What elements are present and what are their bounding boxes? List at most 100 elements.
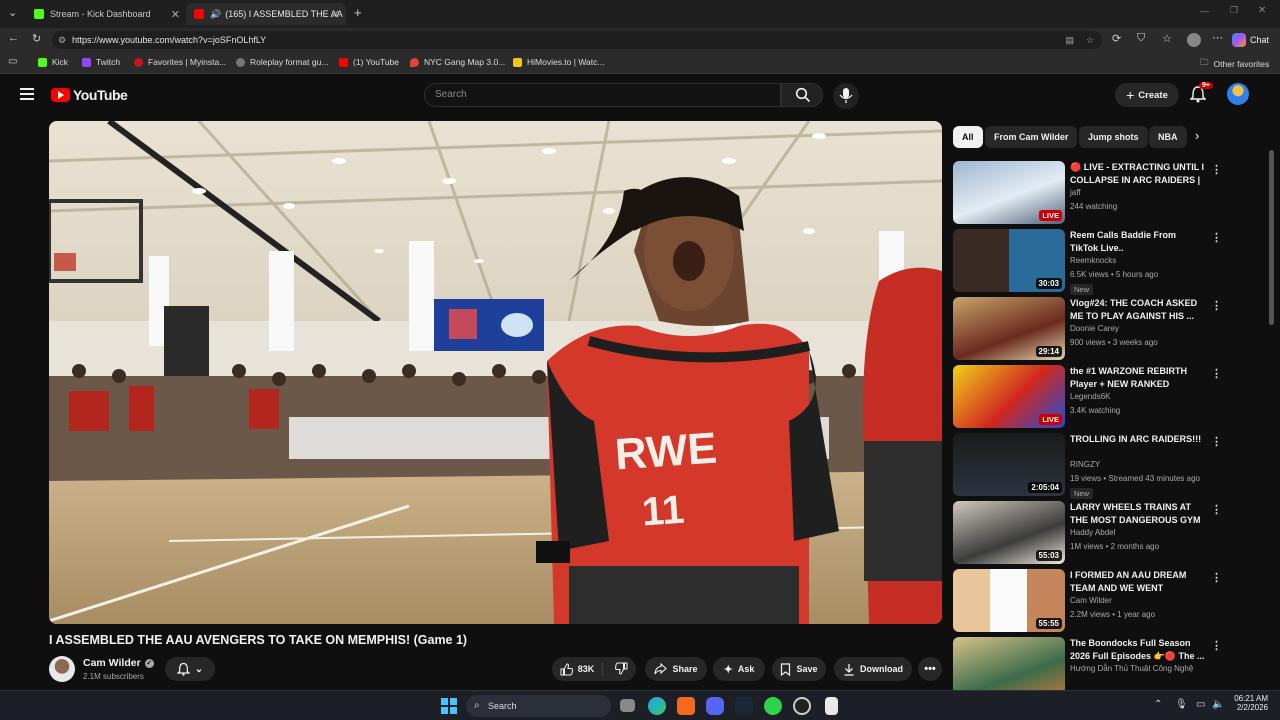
more-options-kebab-icon[interactable]: ⋮: [1211, 231, 1222, 244]
more-actions-button[interactable]: •••: [918, 657, 942, 681]
url-field[interactable]: ⚙ https://www.youtube.com/watch?v=joSFnO…: [52, 31, 1102, 49]
save-button[interactable]: Save: [772, 657, 826, 681]
extensions-icon[interactable]: ⟳: [1112, 32, 1121, 45]
bookmark-roleplay[interactable]: Roleplay format gu...: [236, 57, 328, 67]
tab-kick-dashboard[interactable]: Stream - Kick Dashboard ✕: [26, 3, 186, 25]
subscribe-bell-button[interactable]: ⌄: [165, 657, 215, 681]
site-info-icon[interactable]: ⚙: [58, 31, 66, 49]
recommendation-channel[interactable]: Hướng Dẫn Thủ Thuật Công Nghệ: [1070, 664, 1193, 673]
recommendation-card[interactable]: 29:14 Vlog#24: THE COACH ASKED ME TO PLAY…: [953, 297, 1265, 361]
bookmark-twitch[interactable]: Twitch: [82, 57, 120, 67]
steam-icon[interactable]: [735, 697, 753, 715]
microphone-tray-icon[interactable]: 🎙: [1175, 699, 1188, 710]
back-arrow-icon[interactable]: ←: [8, 32, 19, 44]
discord-icon[interactable]: [706, 697, 724, 715]
more-options-kebab-icon[interactable]: ⋮: [1211, 571, 1222, 584]
chip-jump-shots[interactable]: Jump shots: [1079, 126, 1148, 148]
recommendation-title[interactable]: Reem Calls Baddie From TikTok Live..: [1070, 229, 1206, 255]
more-options-kebab-icon[interactable]: ⋮: [1211, 367, 1222, 380]
xbox-app-icon[interactable]: [764, 697, 782, 715]
video-thumbnail[interactable]: 30:03: [953, 229, 1065, 292]
more-menu-icon[interactable]: ⋯: [1212, 31, 1223, 44]
tray-chevron-up-icon[interactable]: ⌃: [1154, 699, 1162, 710]
recommendation-card[interactable]: LIVE 🔴 LIVE - EXTRACTING UNTIL I COLLAPSE…: [953, 161, 1265, 225]
recommendation-channel[interactable]: Haddy Abdel: [1070, 528, 1115, 537]
task-view-icon[interactable]: [620, 699, 635, 712]
create-button[interactable]: + Create: [1115, 83, 1179, 107]
clock[interactable]: 06:21 AM 2/2/2026: [1228, 694, 1268, 712]
recommendation-title[interactable]: Vlog#24: THE COACH ASKED ME TO PLAY AGAI…: [1070, 297, 1206, 323]
edge-browser-icon[interactable]: [648, 697, 666, 715]
copilot-chat-button[interactable]: Chat: [1232, 32, 1269, 48]
bookmark-himovies[interactable]: HiMovies.to | Watc...: [513, 57, 604, 67]
volume-icon[interactable]: 🔈: [1212, 699, 1224, 710]
bookmark-nyc-gang-map[interactable]: NYC Gang Map 3.0...: [410, 57, 505, 67]
taskbar-search-box[interactable]: ⌕ Search: [466, 695, 611, 717]
close-tab-icon[interactable]: ✕: [331, 8, 340, 21]
recommendation-channel[interactable]: jaff: [1070, 188, 1081, 197]
recommendation-title[interactable]: the #1 WARZONE REBIRTH Player + NEW RANK…: [1070, 365, 1206, 391]
collections-icon[interactable]: ▭: [8, 56, 17, 67]
voice-search-button[interactable]: [833, 83, 859, 109]
search-input[interactable]: Search: [424, 83, 781, 107]
tracking-prevention-icon[interactable]: ⛉: [1137, 32, 1145, 45]
profile-avatar-icon[interactable]: [1187, 33, 1201, 47]
notifications-button[interactable]: 9+: [1189, 82, 1213, 108]
chip-from-cam-wilder[interactable]: From Cam Wilder: [985, 126, 1078, 148]
office-app-icon[interactable]: [677, 697, 695, 715]
obs-studio-icon[interactable]: [793, 697, 811, 715]
recommendation-card[interactable]: 2:05:04 TROLLING IN ARC RAIDERS!!! RINGZY 1…: [953, 433, 1265, 499]
tab-youtube-video[interactable]: 🔊 (165) I ASSEMBLED THE AAU ✕: [186, 3, 346, 25]
favorites-icon[interactable]: ☆: [1162, 32, 1172, 45]
close-window-icon[interactable]: ✕: [1258, 5, 1266, 16]
speaker-icon[interactable]: 🔊: [210, 9, 221, 20]
video-thumbnail[interactable]: LIVE: [953, 365, 1065, 428]
bookmark-youtube[interactable]: (1) YouTube: [339, 57, 399, 67]
recommendation-channel[interactable]: Reemknocks: [1070, 256, 1116, 265]
recommendation-title[interactable]: 🔴 LIVE - EXTRACTING UNTIL I COLLAPSE IN …: [1070, 161, 1206, 187]
recommendation-card[interactable]: LIVE the #1 WARZONE REBIRTH Player + NEW …: [953, 365, 1265, 429]
video-thumbnail[interactable]: LIVE: [953, 161, 1065, 224]
recommendation-title[interactable]: LARRY WHEELS TRAINS AT THE MOST DANGEROU…: [1070, 501, 1206, 527]
channel-avatar[interactable]: [49, 656, 75, 682]
recommendation-channel[interactable]: Doonie Carey: [1070, 324, 1119, 333]
close-tab-icon[interactable]: ✕: [171, 8, 180, 21]
video-thumbnail[interactable]: 29:14: [953, 297, 1065, 360]
sidebar-scrollbar[interactable]: [1269, 150, 1274, 325]
more-options-kebab-icon[interactable]: ⋮: [1211, 163, 1222, 176]
channel-name-link[interactable]: Cam Wilder ✓: [83, 657, 154, 669]
more-options-kebab-icon[interactable]: ⋮: [1211, 639, 1222, 652]
windows-start-icon[interactable]: [441, 698, 457, 714]
more-options-kebab-icon[interactable]: ⋮: [1211, 435, 1222, 448]
reload-icon[interactable]: ↻: [32, 32, 41, 45]
recommendation-channel[interactable]: RINGZY: [1070, 460, 1100, 469]
share-button[interactable]: Share: [645, 657, 707, 681]
recommendation-channel[interactable]: Legends6K: [1070, 392, 1110, 401]
favorite-star-icon[interactable]: ☆: [1086, 31, 1094, 49]
chips-next-chevron-icon[interactable]: ›: [1195, 128, 1199, 143]
video-thumbnail[interactable]: 2:05:04: [953, 433, 1065, 496]
reader-view-icon[interactable]: ▤: [1065, 31, 1074, 49]
recommendation-title[interactable]: TROLLING IN ARC RAIDERS!!!: [1070, 433, 1206, 446]
dislike-button[interactable]: [608, 662, 628, 677]
notepad-icon[interactable]: [825, 697, 838, 715]
recommendation-card[interactable]: 55:03 LARRY WHEELS TRAINS AT THE MOST DAN…: [953, 501, 1265, 565]
maximize-icon[interactable]: ❐: [1230, 5, 1238, 16]
search-button[interactable]: [781, 83, 823, 107]
video-thumbnail[interactable]: 55:03: [953, 501, 1065, 564]
chip-nba[interactable]: NBA: [1149, 126, 1187, 148]
chip-all[interactable]: All: [953, 126, 983, 148]
account-avatar[interactable]: [1227, 83, 1249, 105]
hamburger-menu-icon[interactable]: [20, 88, 34, 100]
bookmark-kick[interactable]: Kick: [38, 57, 68, 67]
more-options-kebab-icon[interactable]: ⋮: [1211, 299, 1222, 312]
recommendation-card[interactable]: 30:03 Reem Calls Baddie From TikTok Live.…: [953, 229, 1265, 295]
tab-list-chevron-icon[interactable]: ⌄: [8, 6, 17, 19]
network-icon[interactable]: ▭: [1196, 699, 1205, 710]
youtube-logo[interactable]: YouTube: [51, 87, 128, 103]
recommendation-card[interactable]: 55:55 I FORMED AN AAU DREAM TEAM AND WE W…: [953, 569, 1265, 633]
recommendation-title[interactable]: The Boondocks Full Season 2026 Full Epis…: [1070, 637, 1206, 663]
like-button[interactable]: 83K: [560, 662, 604, 676]
video-thumbnail[interactable]: 55:55: [953, 569, 1065, 632]
bookmark-myinsta[interactable]: Favorites | Myinsta...: [134, 57, 226, 67]
